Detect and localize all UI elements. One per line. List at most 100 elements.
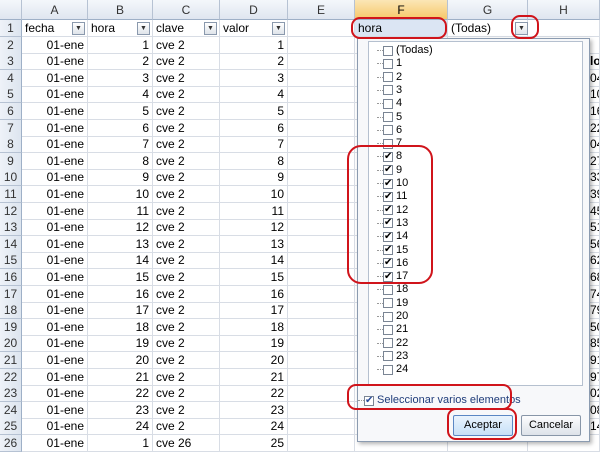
cell[interactable]: cve 2 — [153, 119, 220, 137]
cell[interactable]: 18 — [88, 318, 153, 336]
cell[interactable]: cve 2 — [153, 269, 220, 286]
cell[interactable]: 15 — [220, 269, 288, 286]
cell[interactable]: 01-ene — [22, 36, 88, 54]
cell[interactable]: 17 — [220, 302, 288, 320]
filter-item[interactable]: 22 — [376, 337, 408, 350]
cell[interactable]: 01-ene — [22, 53, 88, 71]
cell[interactable]: 6 — [88, 119, 153, 137]
filter-dropdown-button[interactable]: ▼ — [137, 22, 150, 35]
cell[interactable]: 7 — [88, 136, 153, 154]
cell[interactable] — [288, 169, 355, 187]
cell[interactable]: cve 2 — [153, 69, 220, 87]
filter-item[interactable]: (Todas) — [377, 44, 433, 57]
cell[interactable]: cve 2 — [153, 202, 220, 220]
cell[interactable]: 01-ene — [22, 136, 88, 154]
filter-item[interactable]: ✔ 8 — [376, 150, 402, 163]
cell[interactable]: cve 2 — [153, 235, 220, 253]
cell[interactable]: 01-ene — [22, 186, 88, 203]
row-header[interactable]: 24 — [0, 401, 22, 419]
cell[interactable]: hora — [355, 20, 448, 37]
filter-item[interactable]: 19 — [376, 297, 408, 310]
filter-item[interactable]: 5 — [376, 111, 402, 124]
cell[interactable]: 01-ene — [22, 352, 88, 369]
checkbox[interactable] — [383, 364, 393, 375]
checked-checkbox[interactable]: ✔ — [383, 191, 393, 202]
cell[interactable]: 16 — [88, 285, 153, 303]
filter-item[interactable]: ✔ 17 — [376, 270, 408, 283]
cell[interactable]: cve 2 — [153, 352, 220, 369]
filter-item[interactable]: 20 — [376, 310, 408, 323]
cell[interactable]: 01-ene — [22, 169, 88, 187]
cell[interactable]: 01-ene — [22, 219, 88, 237]
cell[interactable]: cve 2 — [153, 335, 220, 353]
cell[interactable]: 4 — [88, 86, 153, 104]
cell[interactable]: 01-ene — [22, 418, 88, 436]
row-header[interactable]: 21 — [0, 352, 22, 369]
column-header-D[interactable]: D — [220, 0, 288, 20]
cell[interactable] — [288, 36, 355, 54]
cell[interactable] — [288, 186, 355, 203]
row-header[interactable]: 19 — [0, 318, 22, 336]
cell[interactable]: 20 — [220, 352, 288, 369]
filter-item[interactable]: 1 — [376, 57, 402, 70]
cell[interactable]: 19 — [88, 335, 153, 353]
cell[interactable] — [288, 103, 355, 120]
cell[interactable]: 10 — [220, 186, 288, 203]
cell[interactable] — [288, 20, 355, 37]
cell[interactable]: 01-ene — [22, 302, 88, 320]
cell[interactable] — [288, 385, 355, 403]
checked-checkbox[interactable]: ✔ — [383, 178, 393, 189]
row-header[interactable]: 10 — [0, 169, 22, 187]
cell[interactable]: cve 2 — [153, 53, 220, 71]
row-header[interactable]: 17 — [0, 285, 22, 303]
cell[interactable]: 01-ene — [22, 86, 88, 104]
filter-item[interactable]: ✔ 9 — [376, 164, 402, 177]
cancel-button[interactable]: Cancelar — [521, 415, 581, 436]
checked-checkbox[interactable]: ✔ — [383, 151, 393, 162]
checked-checkbox[interactable]: ✔ — [383, 165, 393, 176]
cell[interactable] — [288, 435, 355, 452]
cell[interactable]: 8 — [88, 152, 153, 170]
checked-checkbox[interactable]: ✔ — [383, 271, 393, 282]
cell[interactable]: 18 — [220, 318, 288, 336]
cell[interactable]: 01-ene — [22, 69, 88, 87]
cell[interactable]: 9 — [88, 169, 153, 187]
cell[interactable]: 14 — [88, 252, 153, 270]
cell[interactable]: 25 — [220, 435, 288, 452]
cell[interactable]: 3 — [88, 69, 153, 87]
filter-dropdown-button[interactable]: ▼ — [72, 22, 85, 35]
cell[interactable]: 11 — [220, 202, 288, 220]
select-all-corner[interactable] — [0, 0, 22, 20]
row-header[interactable]: 7 — [0, 119, 22, 137]
filter-item[interactable]: ✔ 12 — [376, 204, 408, 217]
filter-item[interactable]: ✔ 10 — [376, 177, 408, 190]
row-header[interactable]: 13 — [0, 219, 22, 237]
cell[interactable] — [288, 269, 355, 286]
cell[interactable]: 6 — [220, 119, 288, 137]
cell[interactable] — [288, 335, 355, 353]
checkbox[interactable]: ✔ — [364, 395, 374, 406]
column-header-B[interactable]: B — [88, 0, 153, 20]
filter-item[interactable]: 23 — [376, 350, 408, 363]
cell[interactable]: 17 — [88, 302, 153, 320]
cell[interactable] — [288, 368, 355, 386]
row-header[interactable]: 14 — [0, 235, 22, 253]
cell[interactable] — [288, 119, 355, 137]
cell[interactable]: cve 2 — [153, 401, 220, 419]
column-header-G[interactable]: G — [448, 0, 528, 20]
cell[interactable]: 13 — [220, 235, 288, 253]
cell[interactable]: cve 2 — [153, 186, 220, 203]
cell[interactable]: 24 — [220, 418, 288, 436]
cell[interactable]: cve 2 — [153, 252, 220, 270]
checkbox[interactable] — [383, 338, 393, 349]
cell[interactable] — [288, 53, 355, 71]
checkbox[interactable] — [383, 72, 393, 83]
filter-item[interactable]: 24 — [376, 363, 408, 376]
cell[interactable] — [288, 219, 355, 237]
cell[interactable]: 4 — [220, 86, 288, 104]
row-header[interactable]: 25 — [0, 418, 22, 436]
cell[interactable] — [288, 252, 355, 270]
filter-item[interactable]: 18 — [376, 283, 408, 296]
cell[interactable]: 12 — [220, 219, 288, 237]
column-header-C[interactable]: C — [153, 0, 220, 20]
